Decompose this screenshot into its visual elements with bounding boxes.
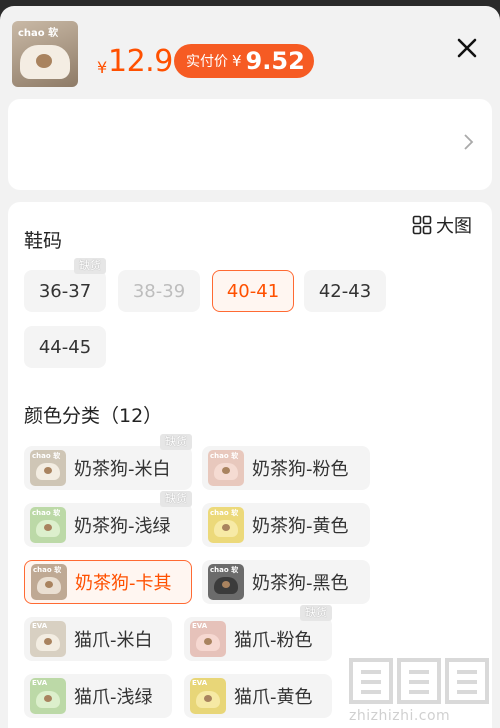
chevron-right-icon bbox=[464, 134, 474, 150]
close-icon[interactable] bbox=[455, 36, 479, 60]
out-of-stock-tag: 缺货 bbox=[160, 491, 192, 507]
slipper-image bbox=[20, 45, 70, 79]
color-option[interactable]: EVA 猫爪-米白 bbox=[24, 617, 172, 661]
slipper-image bbox=[196, 691, 220, 708]
color-option[interactable]: EVA 猫爪-浅绿 bbox=[24, 674, 172, 718]
out-of-stock-tag: 缺货 bbox=[300, 605, 332, 621]
color-option[interactable]: chao 软 奶茶狗-黄色 bbox=[202, 503, 370, 547]
thumbnail-brand-text: EVA bbox=[192, 679, 208, 687]
thumbnail-brand-text: chao 软 bbox=[32, 452, 61, 460]
color-thumbnail: EVA bbox=[190, 678, 226, 714]
color-option-selected[interactable]: chao 软 奶茶狗-卡其 bbox=[24, 560, 192, 604]
slipper-image bbox=[37, 577, 61, 594]
color-option[interactable]: chao 软 奶茶狗-米白 bbox=[24, 446, 192, 490]
thumbnail-brand-text: chao 软 bbox=[33, 566, 62, 574]
price-value: 12.9 bbox=[108, 44, 173, 79]
thumbnail-brand-text: chao 软 bbox=[32, 509, 61, 517]
product-thumbnail[interactable]: chao 软 bbox=[12, 21, 78, 87]
color-option-label: 奶茶狗-黄色 bbox=[252, 516, 349, 537]
size-option-36-37[interactable]: 36-37 bbox=[24, 270, 106, 312]
color-thumbnail: chao 软 bbox=[208, 450, 244, 486]
address-card[interactable] bbox=[8, 99, 492, 190]
grid-icon bbox=[412, 215, 432, 235]
color-option-label: 猫爪-黄色 bbox=[234, 687, 313, 708]
color-thumbnail: chao 软 bbox=[31, 564, 67, 600]
size-option-38-39[interactable]: 38-39 bbox=[118, 270, 200, 312]
color-option-label: 奶茶狗-米白 bbox=[74, 459, 171, 480]
thumbnail-brand-text: chao 软 bbox=[18, 28, 59, 39]
color-option-label: 奶茶狗-浅绿 bbox=[74, 516, 171, 537]
slipper-image bbox=[36, 520, 60, 537]
size-option-42-43[interactable]: 42-43 bbox=[304, 270, 386, 312]
color-option-label: 猫爪-粉色 bbox=[234, 630, 313, 651]
color-option-label: 猫爪-米白 bbox=[74, 630, 153, 651]
color-option-label: 奶茶狗-卡其 bbox=[75, 573, 172, 594]
color-option[interactable]: EVA 猫爪-黄色 bbox=[184, 674, 332, 718]
size-option-label: 44-45 bbox=[38, 336, 92, 358]
size-option-label: 40-41 bbox=[226, 280, 280, 302]
slipper-image bbox=[214, 520, 238, 537]
color-option-label: 奶茶狗-黑色 bbox=[252, 573, 349, 594]
color-thumbnail: chao 软 bbox=[30, 450, 66, 486]
size-option-label: 36-37 bbox=[38, 280, 92, 302]
actual-price-label: 实付价 bbox=[186, 54, 228, 70]
thumbnail-brand-text: chao 软 bbox=[210, 452, 239, 460]
big-picture-toggle[interactable]: 大图 bbox=[412, 212, 472, 238]
color-thumbnail: chao 软 bbox=[208, 507, 244, 543]
size-option-label: 42-43 bbox=[318, 280, 372, 302]
out-of-stock-tag: 缺货 bbox=[160, 434, 192, 450]
slipper-image bbox=[36, 463, 60, 480]
out-of-stock-tag: 缺货 bbox=[74, 258, 106, 274]
slipper-image bbox=[214, 463, 238, 480]
color-thumbnail: EVA bbox=[190, 621, 226, 657]
size-section-title: 鞋码 bbox=[24, 230, 63, 252]
color-section-title: 颜色分类（12） bbox=[24, 405, 163, 427]
slipper-image bbox=[214, 577, 238, 594]
slipper-image bbox=[36, 691, 60, 708]
size-option-44-45[interactable]: 44-45 bbox=[24, 326, 106, 368]
thumbnail-brand-text: chao 软 bbox=[210, 509, 239, 517]
size-option-40-41[interactable]: 40-41 bbox=[212, 270, 294, 312]
thumbnail-brand-text: EVA bbox=[32, 679, 48, 687]
price-currency: ¥ bbox=[97, 58, 108, 77]
color-thumbnail: chao 软 bbox=[30, 507, 66, 543]
thumbnail-brand-text: EVA bbox=[32, 622, 48, 630]
slipper-image bbox=[196, 634, 220, 651]
actual-price-currency: ¥ bbox=[232, 52, 242, 70]
big-picture-label: 大图 bbox=[436, 216, 472, 237]
sku-sheet: chao 软 ¥ 12.9 实付价 ¥ 9.52 鞋码 36-37 38-39 … bbox=[0, 6, 500, 728]
color-option-label: 奶茶狗-粉色 bbox=[252, 459, 349, 480]
color-option[interactable]: chao 软 奶茶狗-粉色 bbox=[202, 446, 370, 490]
color-thumbnail: EVA bbox=[30, 621, 66, 657]
color-thumbnail: chao 软 bbox=[208, 564, 244, 600]
thumbnail-brand-text: chao 软 bbox=[210, 566, 239, 574]
color-option[interactable]: chao 软 奶茶狗-黑色 bbox=[202, 560, 370, 604]
actual-price-value: 9.52 bbox=[245, 47, 305, 75]
color-thumbnail: EVA bbox=[30, 678, 66, 714]
size-option-label: 38-39 bbox=[132, 280, 186, 302]
color-option[interactable]: chao 软 奶茶狗-浅绿 bbox=[24, 503, 192, 547]
color-option[interactable]: EVA 猫爪-粉色 bbox=[184, 617, 332, 661]
slipper-image bbox=[36, 634, 60, 651]
thumbnail-brand-text: EVA bbox=[192, 622, 208, 630]
actual-price-badge: 实付价 ¥ 9.52 bbox=[174, 44, 314, 78]
color-option-label: 猫爪-浅绿 bbox=[74, 687, 153, 708]
